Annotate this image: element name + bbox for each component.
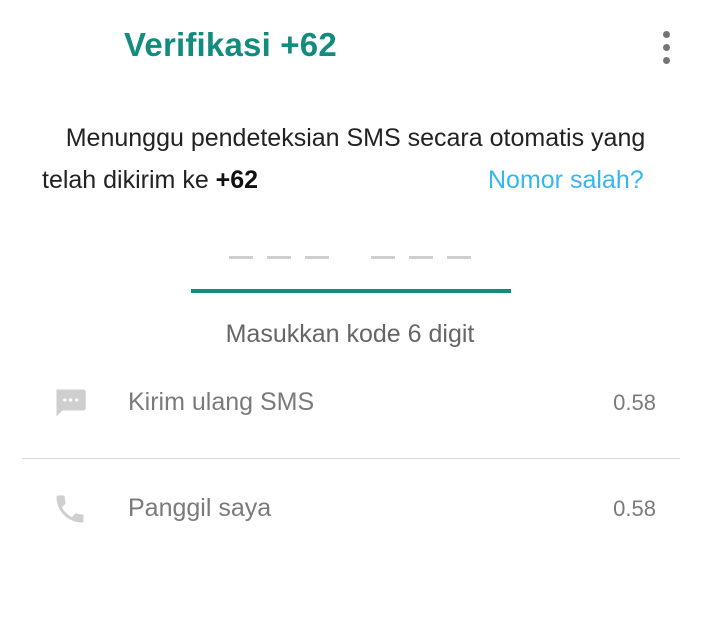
call-me-timer: 0.58 (613, 496, 656, 521)
menu-dot (663, 31, 670, 38)
menu-dot (663, 44, 670, 51)
page-title: Verifikasi +62 (124, 26, 337, 63)
code-digit-placeholder (229, 256, 253, 259)
resend-sms-label: Kirim ulang SMS (128, 388, 315, 416)
phone-number: +62 (215, 166, 259, 194)
sms-icon (56, 389, 86, 417)
wrong-number-link[interactable]: Nomor salah? (488, 166, 644, 195)
code-digit-placeholder (371, 256, 395, 259)
call-me-label: Panggil saya (128, 494, 272, 522)
code-digit-placeholder (447, 256, 471, 259)
waiting-message-line1: Menunggu pendeteksian SMS secara otomati… (65, 124, 646, 152)
code-input-underline (191, 289, 511, 293)
menu-dot (663, 57, 670, 64)
phone-icon (56, 495, 84, 523)
more-vert-icon[interactable] (654, 28, 680, 68)
resend-sms-timer: 0.58 (613, 390, 656, 415)
call-me-button[interactable]: Panggil saya 0.58 (22, 474, 680, 544)
verification-screen: Verifikasi +62 Menunggu pendeteksian SMS… (0, 0, 711, 637)
code-digit-placeholder (409, 256, 433, 259)
code-hint: Masukkan kode 6 digit (225, 320, 475, 348)
code-digit-placeholder (305, 256, 329, 259)
code-input[interactable] (191, 238, 511, 294)
waiting-message-line2: telah dikirim ke +62 (42, 166, 258, 195)
resend-sms-button[interactable]: Kirim ulang SMS 0.58 (22, 368, 680, 438)
options-divider (22, 458, 680, 459)
sent-to-label: telah dikirim ke (42, 166, 216, 194)
code-digit-placeholder (267, 256, 291, 259)
